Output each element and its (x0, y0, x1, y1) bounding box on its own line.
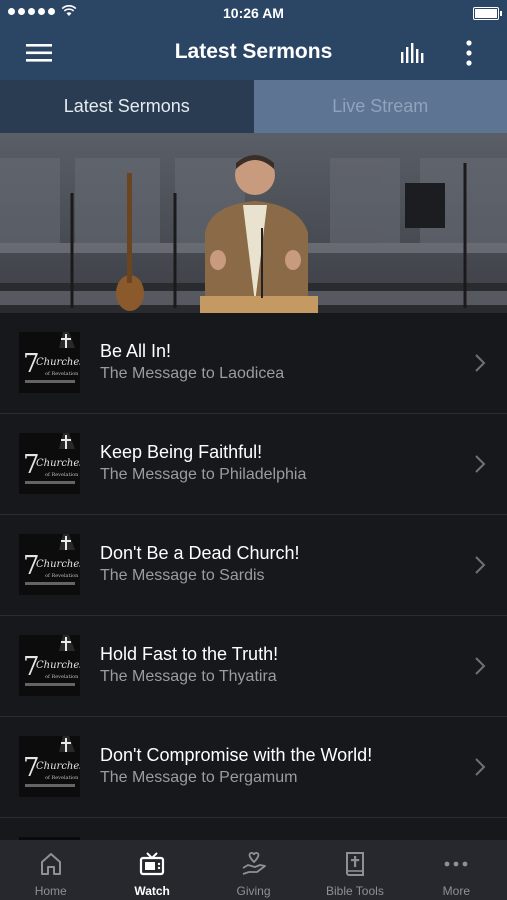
sermon-title: Don't Be a Dead Church! (100, 543, 300, 563)
preacher-image (0, 133, 507, 313)
tab-latest-sermons[interactable]: Latest Sermons (0, 80, 254, 133)
sermon-subtitle: The Message to Laodicea (100, 365, 285, 382)
chevron-right-icon (475, 657, 486, 675)
bottom-tab-bar: Home Watch Giving Bible Tools More (0, 840, 507, 900)
tv-icon (140, 852, 165, 876)
svg-text:of Revelation: of Revelation (45, 775, 79, 781)
sermon-list: 7 Churches of Revelation Be All In! The … (0, 313, 507, 845)
page-title: Latest Sermons (174, 40, 333, 63)
svg-text:Churches: Churches (36, 559, 80, 570)
svg-text:of Revelation: of Revelation (45, 472, 79, 478)
series-thumbnail: 7 Churches of Revelation (19, 534, 80, 595)
svg-text:Churches: Churches (36, 357, 80, 368)
more-dots-icon (444, 861, 468, 867)
svg-text:Churches: Churches (36, 458, 80, 469)
svg-text:of Revelation: of Revelation (45, 674, 79, 680)
sermon-subtitle: The Message to Pergamum (100, 769, 298, 786)
list-item[interactable]: 7 Churches of Revelation Be All In! The … (0, 313, 507, 414)
tab-giving[interactable]: Giving (203, 840, 304, 900)
featured-sermon-video[interactable] (0, 133, 507, 313)
giving-hand-icon (242, 852, 266, 875)
audio-bars-icon[interactable] (398, 38, 428, 68)
series-thumbnail: 7 Churches of Revelation (19, 635, 80, 696)
svg-text:Churches: Churches (36, 660, 80, 671)
battery-icon (473, 7, 502, 20)
more-vertical-icon[interactable] (454, 38, 484, 68)
tab-bible-tools[interactable]: Bible Tools (304, 840, 405, 900)
list-item[interactable]: 7 Churches of Revelation Don't Be a Dead… (0, 515, 507, 616)
list-item[interactable]: 7 Churches of Revelation Keep Being Fait… (0, 414, 507, 515)
sermon-title: Hold Fast to the Truth! (100, 644, 279, 664)
chevron-right-icon (475, 455, 486, 473)
series-thumbnail: 7 Churches of Revelation (19, 433, 80, 494)
tab-more[interactable]: More (406, 840, 507, 900)
nav-bar: Latest Sermons (0, 26, 507, 80)
tab-home[interactable]: Home (0, 840, 101, 900)
sermon-subtitle: The Message to Sardis (100, 567, 265, 584)
list-item[interactable]: 7 Churches of Revelation Hold Fast to th… (0, 616, 507, 717)
svg-text:Churches: Churches (36, 761, 80, 772)
chevron-right-icon (475, 758, 486, 776)
svg-text:of Revelation: of Revelation (45, 573, 79, 579)
list-item[interactable]: 7 Churches of Revelation Don't Compromis… (0, 717, 507, 818)
series-thumbnail: 7 Churches of Revelation (19, 332, 80, 393)
bible-icon (345, 852, 364, 876)
sermon-subtitle: The Message to Philadelphia (100, 466, 307, 483)
tab-watch[interactable]: Watch (101, 840, 202, 900)
home-icon (40, 853, 61, 875)
series-thumbnail: 7 Churches of Revelation (19, 736, 80, 797)
sermon-title: Keep Being Faithful! (100, 442, 263, 462)
segment-tabs: Latest Sermons Live Stream (0, 80, 507, 133)
svg-text:of Revelation: of Revelation (45, 371, 79, 377)
sermon-subtitle: The Message to Thyatira (100, 668, 277, 685)
chevron-right-icon (475, 354, 486, 372)
chevron-right-icon (475, 556, 486, 574)
tab-live-stream[interactable]: Live Stream (253, 80, 507, 133)
sermon-title: Don't Compromise with the World! (100, 745, 373, 765)
status-time: 10:26 AM (223, 5, 284, 21)
status-bar: 10:26 AM (0, 0, 507, 26)
sermon-title: Be All In! (100, 341, 172, 361)
